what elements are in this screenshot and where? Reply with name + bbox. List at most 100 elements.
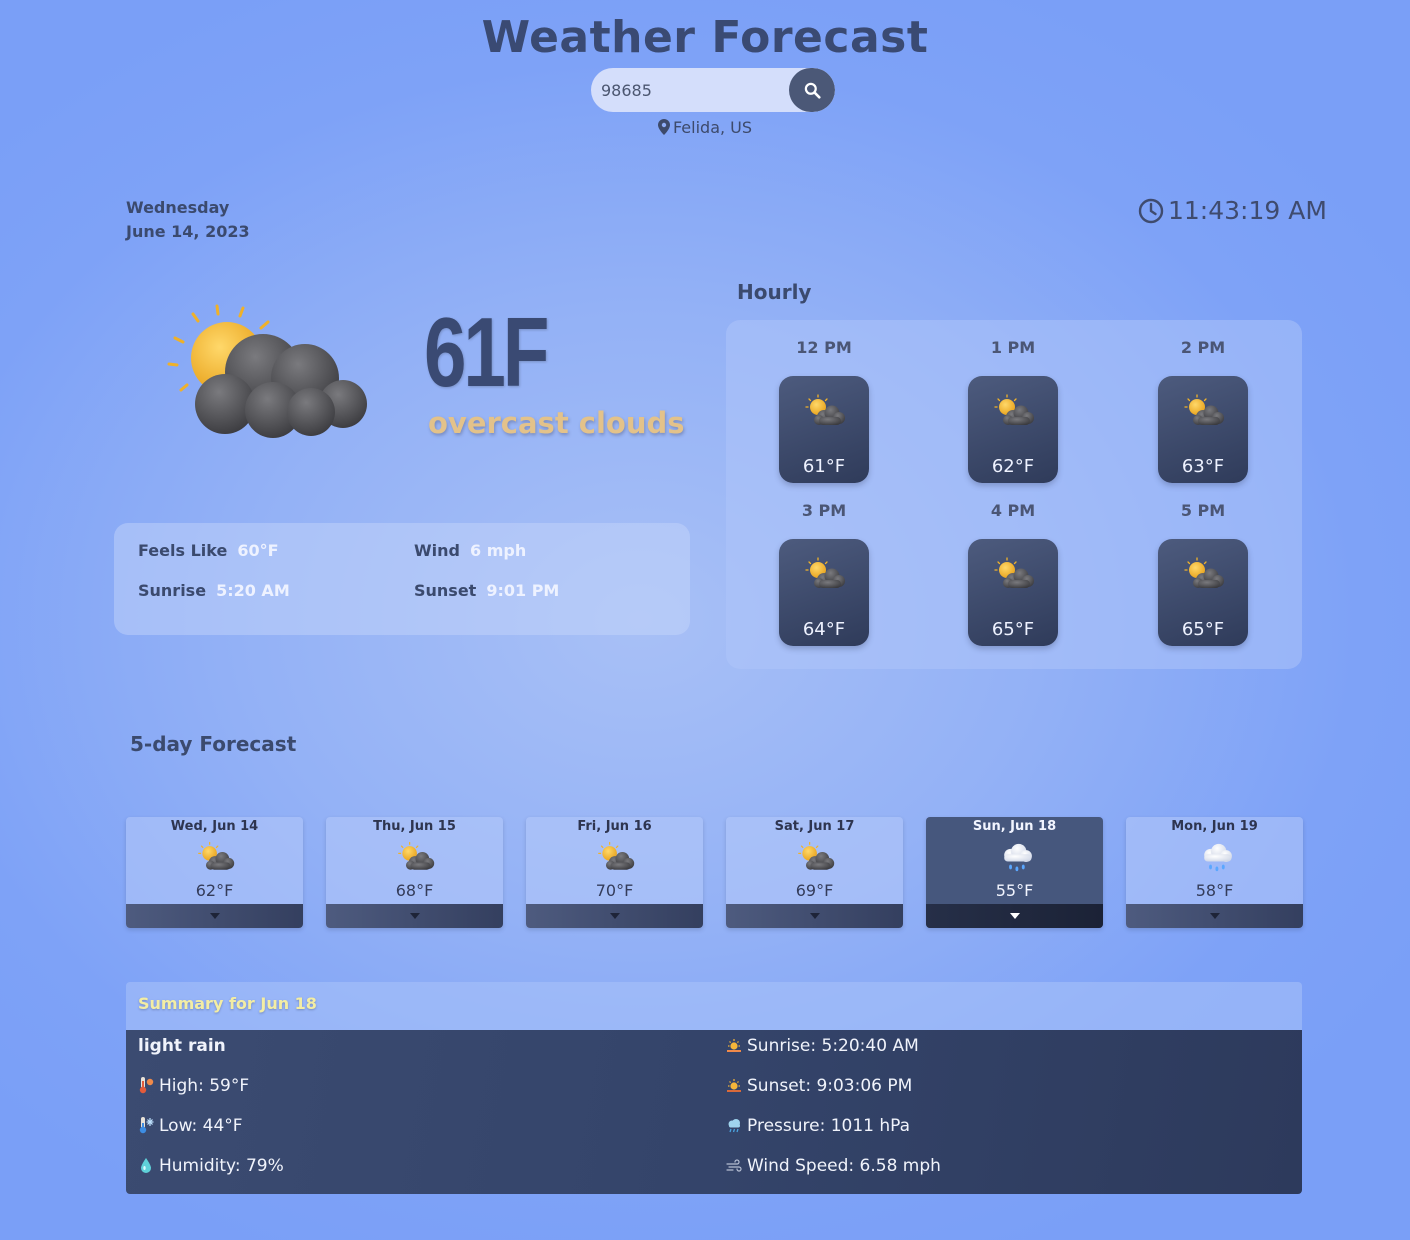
thermometer-hot-icon (139, 1077, 154, 1094)
droplet-icon (141, 1158, 151, 1173)
summary-wind-speed: Wind Speed: 6.58 mph (726, 1156, 941, 1176)
forecast-day-card[interactable]: Fri, Jun 16 70°F (526, 817, 703, 928)
sun-cloud-icon (803, 557, 847, 591)
forecast-day-name: Fri, Jun 16 (577, 819, 652, 834)
caret-down-icon (609, 913, 620, 919)
summary-high: High: 59°F (138, 1076, 249, 1096)
feels-like: Feels Like 60°F (138, 541, 279, 560)
sunrise-value: 5:20 AM (216, 581, 290, 600)
current-date: Wednesday June 14, 2023 (126, 196, 250, 244)
wind: Wind 6 mph (414, 541, 526, 560)
wind-value: 6 mph (469, 541, 527, 560)
forecast-day-name: Thu, Jun 15 (373, 819, 456, 834)
caret-down-icon (409, 913, 420, 919)
sunset-icon (727, 1079, 741, 1092)
hour-temp: 65°F (1181, 619, 1225, 640)
current-date-text: June 14, 2023 (126, 222, 250, 241)
sun-cloud-icon (196, 841, 236, 873)
hour-tile: 65°F (968, 539, 1058, 646)
search-button[interactable] (789, 68, 835, 112)
hour-temp: 64°F (802, 619, 846, 640)
forecast-title: 5-day Forecast (130, 732, 297, 756)
hour-tile: 65°F (1158, 539, 1248, 646)
rain-cloud-icon (1196, 841, 1236, 873)
sun-cloud-icon (1182, 394, 1226, 428)
hour-temp: 62°F (991, 456, 1035, 477)
expand-day-button[interactable] (926, 904, 1103, 928)
location-text: Felida, US (672, 118, 753, 137)
forecast-day-temp: 58°F (1195, 881, 1234, 900)
current-description: overcast clouds (428, 406, 685, 440)
sun-cloud-icon (992, 394, 1036, 428)
forecast-day-temp: 70°F (595, 881, 634, 900)
hourly-card: 12 PM 61°F 1 PM 62°F 2 PM 63°F 3 PM 64°F… (726, 320, 1302, 669)
pressure-cloud-icon (728, 1119, 740, 1133)
sun-cloud-icon (1182, 557, 1226, 591)
sun-cloud-icon (167, 304, 367, 438)
summary-sunset: Sunset: 9:03:06 PM (726, 1076, 912, 1096)
caret-down-icon (1209, 913, 1220, 919)
forecast-day-card[interactable]: Mon, Jun 19 58°F (1126, 817, 1303, 928)
summary-sunrise-text: Sunrise: 5:20:40 AM (747, 1036, 919, 1056)
wind-label: Wind (414, 541, 460, 560)
expand-day-button[interactable] (1126, 904, 1303, 928)
expand-day-button[interactable] (126, 904, 303, 928)
forecast-day-temp: 68°F (395, 881, 434, 900)
rain-cloud-icon (996, 841, 1036, 873)
hour-tile: 61°F (779, 376, 869, 483)
current-time-text: 11:43:19 AM (1168, 196, 1327, 225)
summary-humidity: Humidity: 79% (138, 1156, 284, 1176)
hour-temp: 61°F (802, 456, 846, 477)
current-time: 11:43:19 AM (1138, 196, 1327, 225)
hour-temp: 65°F (991, 619, 1035, 640)
hour-label: 12 PM (796, 338, 852, 357)
hour-tile: 62°F (968, 376, 1058, 483)
hour-tile: 63°F (1158, 376, 1248, 483)
current-details-card: Feels Like 60°F Wind 6 mph Sunrise 5:20 AM … (114, 523, 690, 635)
summary-wind-speed-text: Wind Speed: 6.58 mph (747, 1156, 941, 1176)
location-display: Felida, US (0, 118, 1410, 137)
feels-like-value: 60°F (237, 541, 279, 560)
thermometer-cold-icon (139, 1117, 154, 1134)
summary-low-text: Low: 44°F (159, 1116, 243, 1136)
forecast-day-card[interactable]: Thu, Jun 15 68°F (326, 817, 503, 928)
forecast-day-card[interactable]: Wed, Jun 14 62°F (126, 817, 303, 928)
sun-cloud-icon (396, 841, 436, 873)
summary-sunset-text: Sunset: 9:03:06 PM (747, 1076, 913, 1096)
sun-cloud-icon (992, 557, 1036, 591)
hour-label: 1 PM (990, 338, 1036, 357)
hour-label: 2 PM (1180, 338, 1226, 357)
summary-body: light rain High: 59°F Low: 44°F Humidity… (126, 1030, 1302, 1194)
expand-day-button[interactable] (526, 904, 703, 928)
page-title: Weather Forecast (481, 12, 929, 63)
sunrise: Sunrise 5:20 AM (138, 581, 290, 600)
wind-icon (726, 1159, 742, 1172)
caret-down-icon (1009, 913, 1020, 919)
current-day: Wednesday (126, 198, 230, 217)
zip-search-input[interactable] (591, 68, 789, 112)
feels-like-label: Feels Like (138, 541, 228, 560)
summary-pressure-text: Pressure: 1011 hPa (747, 1116, 911, 1136)
expand-day-button[interactable] (326, 904, 503, 928)
forecast-day-card-selected[interactable]: Sun, Jun 18 55°F (926, 817, 1103, 928)
expand-day-button[interactable] (726, 904, 903, 928)
forecast-day-temp: 69°F (795, 881, 834, 900)
forecast-day-temp: 62°F (195, 881, 234, 900)
summary-sunrise: Sunrise: 5:20:40 AM (726, 1036, 919, 1056)
hour-label: 5 PM (1180, 501, 1226, 520)
forecast-day-name: Sat, Jun 17 (774, 819, 855, 834)
summary-humidity-text: Humidity: 79% (159, 1156, 284, 1176)
forecast-day-name: Mon, Jun 19 (1171, 819, 1258, 834)
summary-high-text: High: 59°F (159, 1076, 250, 1096)
sunrise-label: Sunrise (138, 581, 207, 600)
summary-header: Summary for Jun 18 (126, 982, 1302, 1030)
current-temperature: 61F (424, 297, 549, 407)
summary-low: Low: 44°F (138, 1116, 243, 1136)
sun-cloud-icon (596, 841, 636, 873)
forecast-day-name: Wed, Jun 14 (170, 819, 259, 834)
summary-title: Summary for Jun 18 (138, 994, 317, 1013)
forecast-day-card[interactable]: Sat, Jun 17 69°F (726, 817, 903, 928)
search-bar (591, 68, 835, 112)
caret-down-icon (809, 913, 820, 919)
sunset-label: Sunset (414, 581, 477, 600)
